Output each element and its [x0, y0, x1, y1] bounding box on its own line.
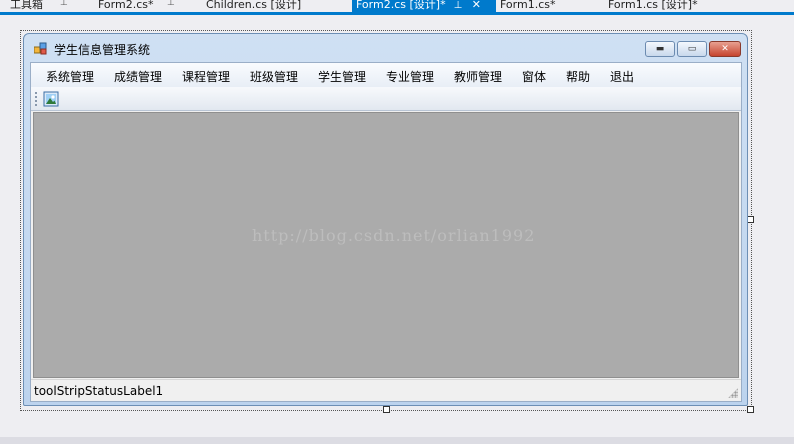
maximize-icon: ▭ [687, 44, 697, 54]
resize-handle-right[interactable] [747, 216, 754, 223]
tool-strip [31, 87, 741, 111]
resize-handle-bottom[interactable] [383, 406, 390, 413]
form-title-bar: 学生信息管理系统 ▬ ▭ ✕ [24, 34, 747, 62]
form-title: 学生信息管理系统 [54, 43, 151, 57]
resize-handle-bottom-right[interactable] [747, 406, 754, 413]
menu-classes[interactable]: 班级管理 [250, 68, 298, 85]
minimize-icon: ▬ [655, 44, 665, 54]
status-label: toolStripStatusLabel1 [34, 384, 164, 398]
pin-icon[interactable]: ⊥ [454, 0, 463, 11]
menu-window[interactable]: 窗体 [522, 68, 546, 85]
close-icon: ✕ [721, 44, 729, 54]
toolbox-tab[interactable]: 工具箱 [10, 0, 43, 12]
minimize-button[interactable]: ▬ [645, 41, 675, 57]
toolstrip-grip[interactable] [35, 92, 37, 106]
close-button[interactable]: ✕ [709, 41, 741, 57]
tab-form2-cs[interactable]: Form2.cs* [98, 0, 153, 12]
menu-students[interactable]: 学生管理 [318, 68, 366, 85]
close-tab-icon[interactable]: ✕ [472, 0, 481, 11]
menu-system[interactable]: 系统管理 [46, 68, 94, 85]
app-icon [34, 42, 47, 55]
document-tab-strip: 工具箱 ⊥ Form2.cs* ⊥ Children.cs [设计] Form2… [0, 0, 794, 15]
menu-teachers[interactable]: 教师管理 [454, 68, 502, 85]
menu-grades[interactable]: 成绩管理 [114, 68, 162, 85]
maximize-button[interactable]: ▭ [677, 41, 707, 57]
menu-exit[interactable]: 退出 [610, 68, 634, 85]
mdi-client-area: http://blog.csdn.net/orlian1992 [33, 112, 739, 378]
menu-strip: 系统管理 成绩管理 课程管理 班级管理 学生管理 专业管理 教师管理 窗体 帮助… [31, 63, 741, 87]
size-grip[interactable] [728, 388, 738, 398]
tab-form2-designer-label: Form2.cs [设计]* [356, 0, 446, 11]
tab-form2-designer[interactable]: Form2.cs [设计]* ⊥ ✕ [352, 0, 496, 12]
watermark-text: http://blog.csdn.net/orlian1992 [252, 226, 536, 245]
form-window[interactable]: 学生信息管理系统 ▬ ▭ ✕ 系统管理 成绩管理 课程管理 班级管理 学生管理 … [23, 33, 748, 406]
tab-form1-designer[interactable]: Form1.cs [设计]* [608, 0, 698, 12]
pin-icon[interactable]: ⊥ [167, 0, 175, 9]
tab-form1-cs[interactable]: Form1.cs* [500, 0, 555, 12]
form-client-area: 系统管理 成绩管理 课程管理 班级管理 学生管理 专业管理 教师管理 窗体 帮助… [30, 62, 742, 402]
picture-icon[interactable] [43, 91, 59, 107]
menu-majors[interactable]: 专业管理 [386, 68, 434, 85]
tab-children-designer[interactable]: Children.cs [设计] [206, 0, 301, 12]
menu-courses[interactable]: 课程管理 [182, 68, 230, 85]
pin-icon[interactable]: ⊥ [60, 0, 68, 9]
designer-bottom-border [0, 437, 794, 444]
menu-help[interactable]: 帮助 [566, 68, 590, 85]
status-strip: toolStripStatusLabel1 [31, 379, 741, 401]
